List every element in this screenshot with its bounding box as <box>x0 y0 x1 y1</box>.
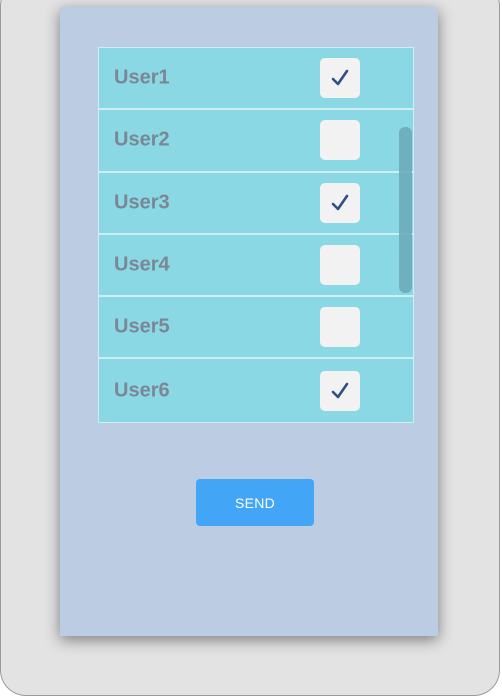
user-name: User1 <box>114 66 170 89</box>
user-row-2: User2 <box>99 110 413 173</box>
user-name: User3 <box>114 191 170 214</box>
user-checkbox-5[interactable] <box>320 307 360 348</box>
checkmark-icon <box>331 382 349 398</box>
user-checkbox-1[interactable] <box>320 58 360 99</box>
user-name: User6 <box>114 379 170 402</box>
user-name: User5 <box>114 315 170 338</box>
user-row-5: User5 <box>99 297 413 360</box>
checkmark-icon <box>331 69 349 86</box>
user-list[interactable]: User1 User2 User3 User4 User5 User6 <box>98 47 414 423</box>
user-checkbox-2[interactable] <box>320 120 360 161</box>
user-checkbox-6[interactable] <box>320 370 360 411</box>
user-row-3: User3 <box>99 173 413 235</box>
app-screen: User1 User2 User3 User4 User5 User6 SEND <box>60 7 438 636</box>
user-checkbox-4[interactable] <box>320 245 360 286</box>
list-scrollbar[interactable] <box>399 127 412 293</box>
user-name: User2 <box>114 128 170 151</box>
user-row-1: User1 <box>99 48 413 111</box>
user-row-6: User6 <box>99 359 413 421</box>
user-name: User4 <box>114 253 170 276</box>
send-button[interactable]: SEND <box>196 479 314 526</box>
checkmark-icon <box>331 194 349 211</box>
user-row-4: User4 <box>99 235 413 298</box>
user-checkbox-3[interactable] <box>320 182 360 223</box>
